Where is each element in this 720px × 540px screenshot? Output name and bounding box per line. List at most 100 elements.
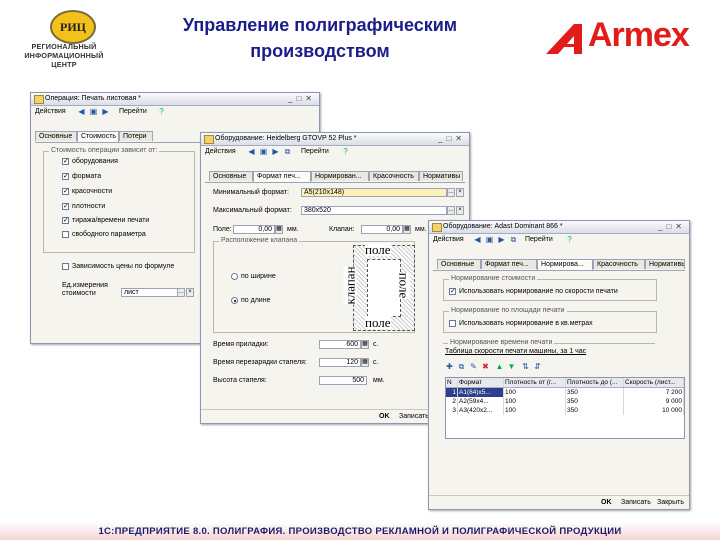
back-arrow-icon[interactable]: ◀ — [247, 148, 256, 156]
tab-standards[interactable]: Нормативы — [419, 171, 463, 181]
operation-window-titlebar[interactable]: Операция: Печать листовая * _□✕ — [31, 93, 319, 106]
cell-density-to[interactable]: 350 — [566, 388, 624, 397]
unit-clear-icon[interactable]: × — [186, 288, 194, 297]
min-format-select-icon[interactable]: … — [447, 188, 455, 197]
tab-main[interactable]: Основные — [209, 171, 253, 181]
check-format-box[interactable]: ✓ — [62, 173, 69, 180]
forward-arrow-icon[interactable]: ▶ — [101, 108, 110, 116]
delete-row-icon[interactable]: ✖ — [481, 363, 490, 371]
table-row[interactable]: 2 А2(59х4... 100 350 9 000 — [446, 397, 684, 406]
min-format-field[interactable]: А5(210х148) — [301, 188, 447, 197]
move-down-icon[interactable]: ▼ — [507, 363, 516, 371]
radio-by-width-dot[interactable] — [231, 273, 238, 280]
tab-print-format[interactable]: Формат печ... — [481, 259, 537, 269]
help-icon[interactable]: ? — [565, 236, 574, 244]
cell-speed[interactable]: 9 000 — [624, 397, 684, 406]
save-button[interactable]: Записать — [621, 498, 651, 507]
cell-format[interactable]: А1(84)х5... — [458, 388, 504, 397]
cell-density-from[interactable]: 100 — [504, 406, 566, 415]
close-button[interactable]: Закрыть — [657, 498, 684, 507]
heidelberg-window-titlebar[interactable]: Оборудование: Heidelberg GTOVP 52 Plus *… — [201, 133, 469, 146]
valve-stepper-icon[interactable]: ▦ — [403, 225, 411, 234]
field-margin-input[interactable]: 0,00 — [233, 225, 275, 234]
actions-menu[interactable]: Действия — [205, 148, 236, 155]
cell-format[interactable]: А2(59х4... — [458, 397, 504, 406]
col-n-header[interactable]: N — [446, 378, 458, 387]
time-reload-stepper-icon[interactable]: ▦ — [361, 358, 369, 367]
sort-desc-icon[interactable]: ⇵ — [533, 363, 542, 371]
tab-colors[interactable]: Красочность — [369, 171, 419, 181]
maximize-icon[interactable]: □ — [296, 94, 305, 103]
goto-menu[interactable]: Перейти — [301, 148, 329, 155]
col-speed-header[interactable]: Скорость (лист... — [624, 378, 684, 387]
table-row[interactable]: 3 А3(420х2... 100 350 10 000 — [446, 406, 684, 415]
save-disk-icon[interactable]: ▣ — [89, 108, 98, 116]
copy-row-icon[interactable]: ⧉ — [457, 363, 466, 371]
cell-n[interactable]: 1 — [446, 388, 458, 397]
tab-main[interactable]: Основные — [437, 259, 481, 269]
tab-standards[interactable]: Нормативы — [645, 259, 685, 269]
check-density-box[interactable]: ✓ — [62, 203, 69, 210]
add-row-icon[interactable]: ✚ — [445, 363, 454, 371]
cell-density-from[interactable]: 100 — [504, 397, 566, 406]
col-density-from-header[interactable]: Плотность от (г... — [504, 378, 566, 387]
col-density-to-header[interactable]: Плотность до (... — [566, 378, 624, 387]
check-equipment-box[interactable]: ✓ — [62, 158, 69, 165]
cell-speed[interactable]: 7 200 — [624, 388, 684, 397]
table-row[interactable]: 1 А1(84)х5... 100 350 7 200 — [446, 388, 684, 397]
cell-density-from[interactable]: 100 — [504, 388, 566, 397]
cell-format[interactable]: А3(420х2... — [458, 406, 504, 415]
cell-density-to[interactable]: 350 — [566, 397, 624, 406]
forward-arrow-icon[interactable]: ▶ — [497, 236, 506, 244]
tab-main[interactable]: Основные — [35, 131, 77, 141]
cell-density-to[interactable]: 350 — [566, 406, 624, 415]
forward-arrow-icon[interactable]: ▶ — [271, 148, 280, 156]
tab-cost[interactable]: Стоимость — [77, 131, 119, 142]
check-colors-box[interactable]: ✓ — [62, 188, 69, 195]
tab-print-format[interactable]: Формат печ... — [253, 171, 311, 182]
tab-colors[interactable]: Красочность — [593, 259, 645, 269]
col-format-header[interactable]: Формат — [458, 378, 504, 387]
check-speed-norm-box[interactable]: ✓ — [449, 288, 456, 295]
stack-height-input[interactable]: 500 — [319, 376, 367, 385]
ok-button[interactable]: OK — [379, 412, 390, 421]
actions-menu[interactable]: Действия — [433, 236, 464, 243]
max-format-select-icon[interactable]: … — [447, 206, 455, 215]
time-reload-input[interactable]: 120 — [319, 358, 361, 367]
ok-button[interactable]: OK — [601, 498, 612, 507]
tab-norms[interactable]: Нормирова... — [537, 259, 593, 270]
min-format-clear-icon[interactable]: × — [456, 188, 464, 197]
maximize-icon[interactable]: □ — [446, 134, 455, 143]
save-disk-icon[interactable]: ▣ — [485, 236, 494, 244]
goto-menu[interactable]: Перейти — [119, 108, 147, 115]
field-margin-stepper-icon[interactable]: ▦ — [275, 225, 283, 234]
unit-field[interactable]: лист — [121, 288, 185, 297]
radio-by-length-dot[interactable] — [231, 297, 238, 304]
close-icon[interactable]: ✕ — [455, 134, 466, 143]
sort-asc-icon[interactable]: ⇅ — [521, 363, 530, 371]
copy-icon[interactable]: ⧉ — [283, 148, 292, 156]
max-format-field[interactable]: 380х520 — [301, 206, 447, 215]
valve-input[interactable]: 0,00 — [361, 225, 403, 234]
back-arrow-icon[interactable]: ◀ — [473, 236, 482, 244]
max-format-clear-icon[interactable]: × — [456, 206, 464, 215]
help-icon[interactable]: ? — [341, 148, 350, 156]
move-up-icon[interactable]: ▲ — [495, 363, 504, 371]
check-free-param-box[interactable] — [62, 231, 69, 238]
back-arrow-icon[interactable]: ◀ — [77, 108, 86, 116]
tab-losses[interactable]: Потери — [119, 131, 153, 141]
cell-n[interactable]: 3 — [446, 406, 458, 415]
save-disk-icon[interactable]: ▣ — [259, 148, 268, 156]
check-area-norm-box[interactable] — [449, 320, 456, 327]
time-prep-stepper-icon[interactable]: ▦ — [361, 340, 369, 349]
adast-window-titlebar[interactable]: Оборудование: Adast Dominant 866 * _□✕ — [429, 221, 689, 234]
unit-select-icon[interactable]: … — [177, 288, 185, 297]
save-button[interactable]: Записать — [399, 412, 429, 421]
time-prep-input[interactable]: 600 — [319, 340, 361, 349]
close-icon[interactable]: ✕ — [305, 94, 316, 103]
tab-norms[interactable]: Нормирован... — [311, 171, 369, 181]
copy-icon[interactable]: ⧉ — [509, 236, 518, 244]
check-run-time-box[interactable]: ✓ — [62, 217, 69, 224]
edit-row-icon[interactable]: ✎ — [469, 363, 478, 371]
close-icon[interactable]: ✕ — [675, 222, 686, 231]
